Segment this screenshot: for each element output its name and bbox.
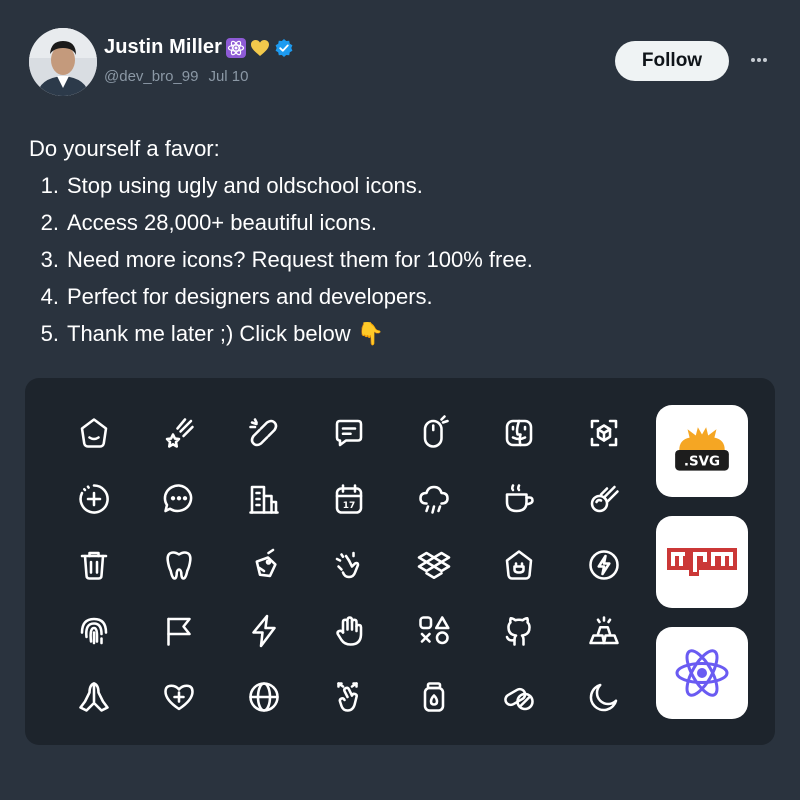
npm-logo-icon <box>667 548 737 576</box>
meteor-icon <box>590 485 619 513</box>
chain-link-icon <box>249 418 278 447</box>
finder-icon <box>505 419 533 447</box>
list-number: 5. <box>40 321 59 346</box>
jar-fire-icon <box>423 682 445 712</box>
lightning-icon <box>252 614 276 648</box>
list-text: Need more icons? Request them for 100% f… <box>67 247 533 272</box>
verified-badge-icon <box>274 38 294 58</box>
list-number: 4. <box>40 284 59 309</box>
list-item: 1. Stop using ugly and oldschool icons. <box>29 167 533 204</box>
list-item: 4. Perfect for designers and developers. <box>29 278 533 315</box>
hand-icon <box>336 616 363 646</box>
tag-icon <box>255 548 277 578</box>
moon-icon <box>589 683 618 712</box>
author-meta: @dev_bro_99 Jul 10 <box>104 68 249 85</box>
author-name[interactable]: Justin Miller <box>104 36 222 59</box>
flag-icon <box>167 617 191 646</box>
yellow-heart-icon <box>250 38 270 58</box>
more-options-icon[interactable] <box>748 52 770 68</box>
coffee-cup-icon <box>505 484 534 513</box>
home-icon <box>80 418 108 448</box>
list-item: 2. Access 28,000+ beautiful icons. <box>29 204 533 241</box>
trash-icon <box>80 551 108 580</box>
svg-logo-tile[interactable]: .SVG <box>656 405 748 497</box>
author-name-row: Justin Miller <box>104 36 294 59</box>
scan-cube-icon <box>590 419 618 447</box>
github-icon <box>505 616 531 646</box>
dot <box>757 58 761 62</box>
home-plug-icon <box>505 550 533 580</box>
pill-icon <box>504 687 534 711</box>
react-logo-tile[interactable] <box>656 627 748 719</box>
atom-emoji-icon <box>226 37 246 58</box>
tweet-date[interactable]: Jul 10 <box>208 68 248 85</box>
globe-icon <box>249 682 279 712</box>
chat-bubble-icon <box>163 484 193 513</box>
dot <box>763 58 767 62</box>
list-text: Access 28,000+ beautiful icons. <box>67 210 378 235</box>
shapes-icon <box>419 616 450 645</box>
tweet-intro: Do yourself a favor: <box>29 136 220 161</box>
follow-button[interactable]: Follow <box>615 41 729 81</box>
dot <box>751 58 755 62</box>
bolt-circle-icon <box>589 550 619 580</box>
avatar[interactable] <box>29 28 97 96</box>
list-number: 2. <box>40 210 59 235</box>
message-icon <box>335 419 363 447</box>
list-text: Stop using ugly and oldschool icons. <box>67 173 423 198</box>
comet-icon <box>165 418 194 448</box>
icon-grid: 17 <box>50 405 645 735</box>
fingerprint-icon <box>80 617 108 645</box>
avatar-photo <box>29 28 97 96</box>
buildings-icon <box>249 485 279 514</box>
list-item: 3. Need more icons? Request them for 100%… <box>29 241 533 278</box>
svg-logo-icon: .SVG <box>675 427 729 471</box>
npm-logo-tile[interactable] <box>656 516 748 608</box>
list-number: 1. <box>40 173 59 198</box>
tweet-text: Do yourself a favor: 1. Stop using ugly a… <box>29 130 533 352</box>
svg-text:17: 17 <box>343 501 356 511</box>
svg-logo-label: .SVG <box>684 454 720 469</box>
add-circle-icon <box>79 484 109 514</box>
tweet-list: 1. Stop using ugly and oldschool icons. 2… <box>29 167 533 352</box>
heart-plus-icon <box>164 684 194 711</box>
list-item: 5. Thank me later ;) Click below 👇 <box>29 315 533 352</box>
list-text: Thank me later ;) Click below 👇 <box>67 321 385 346</box>
react-atom-icon <box>675 649 729 697</box>
cloud-rain-icon <box>419 485 449 514</box>
gold-bars-icon <box>589 616 619 645</box>
calendar-icon: 17 <box>335 484 363 514</box>
list-number: 3. <box>40 247 59 272</box>
gesture-icon <box>335 551 360 579</box>
media-card[interactable]: 17 .SVG <box>25 378 775 745</box>
hand-pointer-icon <box>337 682 358 712</box>
author-handle[interactable]: @dev_bro_99 <box>104 68 198 85</box>
mouse-icon <box>423 415 449 448</box>
list-text: Perfect for designers and developers. <box>67 284 433 309</box>
dropbox-icon <box>417 551 451 580</box>
tooth-icon <box>166 551 192 580</box>
praying-hands-icon <box>79 682 109 712</box>
